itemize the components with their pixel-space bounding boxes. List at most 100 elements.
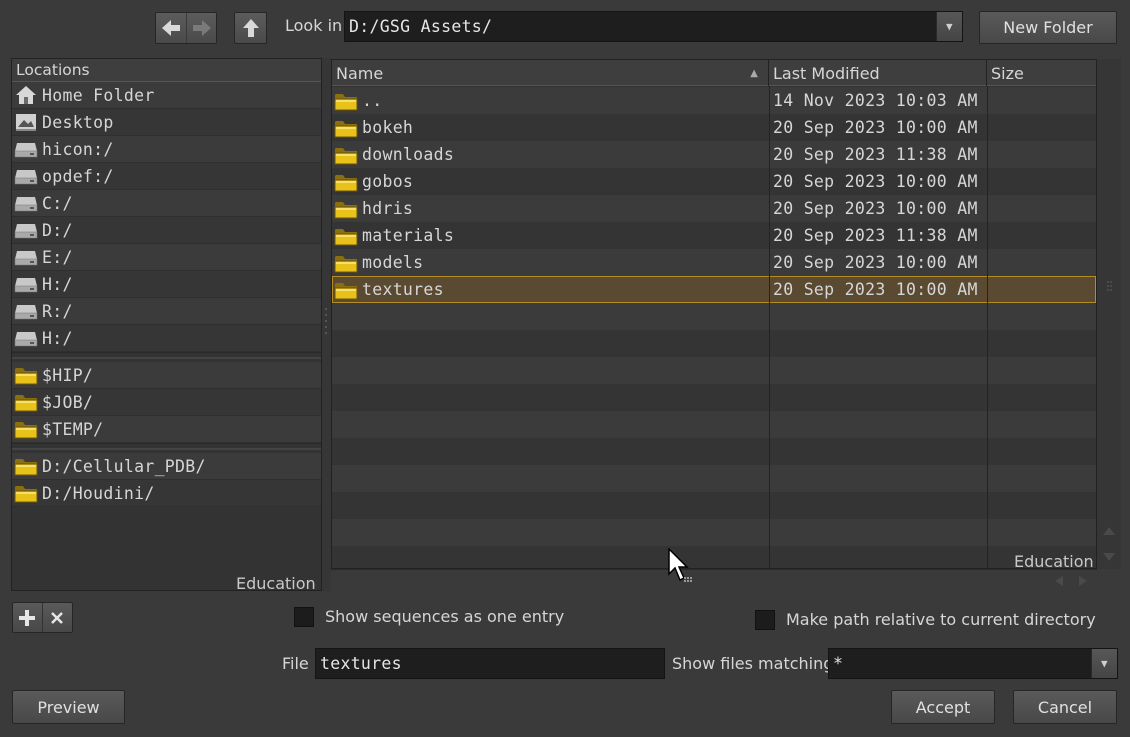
empty-row (332, 330, 1096, 357)
accept-button[interactable]: Accept (891, 690, 995, 724)
location-label: $JOB/ (42, 392, 94, 412)
location-item[interactable]: C:/ (12, 190, 321, 217)
up-directory-button[interactable] (235, 13, 266, 43)
file-row[interactable]: gobos 20 Sep 2023 10:00 AM (332, 168, 1096, 195)
empty-row (332, 438, 1096, 465)
divider (12, 352, 321, 362)
folder-icon (334, 282, 358, 299)
remove-location-button[interactable] (43, 603, 72, 632)
empty-row (332, 492, 1096, 519)
chevron-down-icon[interactable]: ▼ (1091, 649, 1117, 678)
file-name-value: textures (320, 654, 402, 673)
relative-path-label: Make path relative to current directory (786, 610, 1096, 629)
empty-row (332, 519, 1096, 546)
arrow-right-icon (192, 20, 211, 36)
add-location-button[interactable] (13, 603, 43, 632)
column-last-modified[interactable]: Last Modified (769, 60, 987, 86)
folder-icon (14, 368, 38, 385)
location-label: D:/Cellular_PDB/ (42, 456, 206, 476)
empty-row (332, 303, 1096, 330)
horizontal-scrollbar[interactable] (331, 569, 1097, 591)
folder-icon (334, 120, 358, 137)
location-item[interactable]: D:/Cellular_PDB/ (12, 453, 321, 480)
preview-button[interactable]: Preview (12, 690, 125, 724)
folder-icon (334, 147, 358, 164)
arrow-up-icon (242, 19, 259, 37)
column-name[interactable]: Name ▲ (332, 60, 769, 86)
file-row[interactable]: hdris 20 Sep 2023 10:00 AM (332, 195, 1096, 222)
location-label: $TEMP/ (42, 419, 104, 439)
drive-icon (14, 170, 38, 185)
drive-icon (14, 197, 38, 212)
location-item[interactable]: D:/ (12, 217, 321, 244)
location-item[interactable]: hicon:/ (12, 136, 321, 163)
location-label: H:/ (42, 274, 73, 294)
location-item[interactable]: Home Folder (12, 82, 321, 109)
up-group (234, 12, 267, 44)
location-item[interactable]: H:/ (12, 325, 321, 352)
plus-icon (19, 609, 36, 626)
location-label: $HIP/ (42, 365, 94, 385)
look-in-combo[interactable]: D:/GSG Assets/ ▼ (344, 11, 963, 42)
file-name: materials (362, 226, 455, 245)
file-row[interactable]: models 20 Sep 2023 10:00 AM (332, 249, 1096, 276)
panel-splitter[interactable] (322, 58, 331, 591)
location-item[interactable]: H:/ (12, 271, 321, 298)
location-item[interactable]: Desktop (12, 109, 321, 136)
file-row[interactable]: downloads 20 Sep 2023 11:38 AM (332, 141, 1096, 168)
drive-icon (14, 224, 38, 239)
column-size-label: Size (991, 63, 1024, 83)
location-item[interactable]: $JOB/ (12, 389, 321, 416)
location-item[interactable]: R:/ (12, 298, 321, 325)
file-name: models (362, 253, 424, 272)
file-row[interactable]: bokeh 20 Sep 2023 10:00 AM (332, 114, 1096, 141)
file-modified: 20 Sep 2023 11:38 AM (773, 226, 978, 245)
sort-ascending-icon: ▲ (750, 67, 758, 79)
location-label: Desktop (42, 112, 114, 132)
location-item[interactable]: opdef:/ (12, 163, 321, 190)
mouse-cursor-icon (668, 548, 692, 582)
show-sequences-checkbox[interactable] (294, 607, 314, 627)
file-filter-combo[interactable]: * ▼ (828, 648, 1118, 679)
arrow-left-icon (162, 20, 180, 36)
look-in-label: Look in (285, 16, 343, 35)
location-buttons (12, 602, 73, 633)
vertical-scrollbar[interactable] (1097, 59, 1121, 569)
empty-row (332, 546, 1096, 568)
location-label: H:/ (42, 328, 73, 348)
drive-icon (14, 251, 38, 266)
cancel-button[interactable]: Cancel (1013, 690, 1117, 724)
file-row[interactable]: .. 14 Nov 2023 10:03 AM (332, 87, 1096, 114)
locations-panel: Locations Home Folder Desktop hicon:/ opdef… (11, 58, 322, 591)
new-folder-button[interactable]: New Folder (979, 11, 1117, 44)
column-name-label: Name (336, 63, 384, 83)
divider (987, 86, 988, 568)
relative-path-checkbox[interactable] (755, 610, 775, 630)
divider (12, 443, 321, 453)
folder-icon (14, 486, 38, 503)
education-watermark: Education (1014, 552, 1094, 569)
chevron-down-icon[interactable]: ▼ (936, 12, 962, 41)
file-label: File (282, 654, 309, 673)
file-name: .. (362, 91, 383, 110)
location-item[interactable]: E:/ (12, 244, 321, 271)
desktop-icon (16, 114, 36, 131)
show-files-matching-label: Show files matching (672, 654, 834, 673)
file-rows: .. 14 Nov 2023 10:03 AM bokeh 20 Sep 2023 1… (332, 87, 1096, 568)
file-name-input[interactable]: textures (315, 648, 665, 679)
location-item[interactable]: $TEMP/ (12, 416, 321, 443)
folder-icon (334, 174, 358, 191)
empty-row (332, 357, 1096, 384)
file-row[interactable]: materials 20 Sep 2023 11:38 AM (332, 222, 1096, 249)
folder-icon (334, 255, 358, 272)
location-item[interactable]: $HIP/ (12, 362, 321, 389)
folder-icon (334, 201, 358, 218)
forward-button[interactable] (186, 13, 216, 43)
location-item[interactable]: D:/Houdini/ (12, 480, 321, 507)
file-name: textures (362, 280, 444, 299)
file-filter-value: * (833, 654, 844, 673)
back-button[interactable] (156, 13, 186, 43)
folder-icon (14, 422, 38, 439)
column-size[interactable]: Size (987, 60, 1096, 86)
file-row[interactable]: textures 20 Sep 2023 10:00 AM (332, 276, 1096, 303)
